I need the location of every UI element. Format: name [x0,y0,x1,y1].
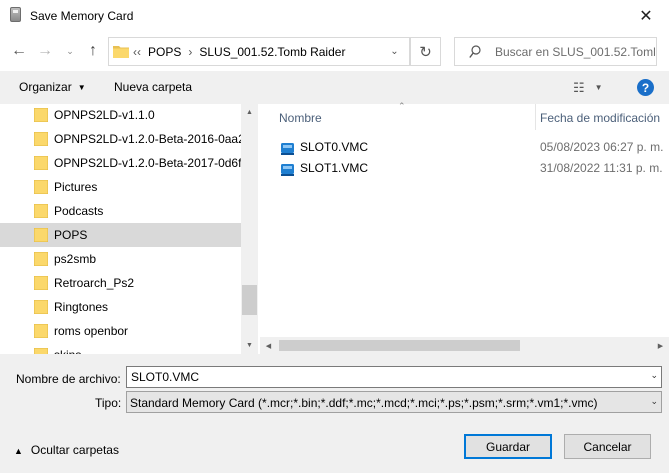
breadcrumb-pops[interactable]: POPS [148,45,181,59]
new-folder-button[interactable]: Nueva carpeta [114,80,192,94]
search-box[interactable] [454,37,657,66]
folder-icon [34,276,48,290]
file-name: SLOT0.VMC [300,140,369,154]
sidebar-item-label: OPNPS2LD-v1.2.0-Beta-2017-0d6f88 [54,156,241,170]
sidebar-item-opnps2ld-v110[interactable]: OPNPS2LD-v1.1.0 [0,104,241,127]
scroll-left-icon[interactable]: ◀ [260,337,277,354]
column-header-name[interactable]: Nombre [279,111,322,125]
save-button[interactable]: Guardar [464,434,552,459]
filename-label: Nombre de archivo: [16,372,121,386]
vmc-file-icon [281,143,294,155]
sidebar-item-label: Podcasts [54,204,104,218]
save-form: Nombre de archivo: ⌄ Tipo: Standard Memo… [0,354,669,473]
sidebar-item-label: Retroarch_Ps2 [54,276,135,290]
folder-icon [34,204,48,218]
sidebar-item-opnps2ld-beta-2017[interactable]: OPNPS2LD-v1.2.0-Beta-2017-0d6f88 [0,151,241,175]
file-list: ⌃ Nombre Fecha de modificación SLOT0.VMC… [260,101,669,354]
folder-icon [113,46,129,58]
file-list-horizontal-scrollbar[interactable]: ◀ ▶ [260,337,669,354]
folder-icon [34,252,48,266]
details-view-icon: ☷ [573,80,585,95]
sidebar-item-roms-openbor[interactable]: roms openbor [0,319,241,343]
caret-up-icon: ▲ [14,446,23,456]
hide-folders-label: Ocultar carpetas [30,443,119,457]
chevron-down-icon[interactable]: ⌄ [650,370,658,381]
sidebar-item-pictures[interactable]: Pictures [0,175,241,199]
sidebar-item-opnps2ld-beta-2016[interactable]: OPNPS2LD-v1.2.0-Beta-2016-0aa240 [0,127,241,151]
file-row[interactable]: SLOT0.VMC 05/08/2023 06:27 p. m. [280,137,669,157]
address-dropdown-icon[interactable]: ⌄ [380,37,410,66]
chevron-down-icon[interactable]: ⌄ [650,396,658,407]
filename-input[interactable] [131,369,631,385]
filename-combobox[interactable]: ⌄ [126,366,662,388]
file-type-label: Tipo: [95,396,122,410]
file-type-select[interactable]: Standard Memory Card (*.mcr;*.bin;*.ddf;… [126,391,662,413]
column-header-date[interactable]: Fecha de modificación [540,111,660,125]
file-date: 31/08/2022 11:31 p. m. [540,161,663,175]
folder-icon [34,324,48,338]
file-type-value: Standard Memory Card (*.mcr;*.bin;*.ddf;… [130,396,598,410]
sidebar-item-podcasts[interactable]: Podcasts [0,199,241,223]
search-input[interactable] [495,43,655,61]
window-title: Save Memory Card [30,9,134,23]
scroll-thumb[interactable] [242,285,257,315]
file-date: 05/08/2023 06:27 p. m. [540,140,664,154]
up-arrow-icon[interactable]: ↑ [82,40,104,62]
forward-arrow-icon[interactable]: → [34,40,56,62]
title-bar: Save Memory Card ✕ [0,0,669,31]
scroll-down-icon[interactable]: ▼ [241,337,258,354]
folder-icon [34,180,48,194]
memory-card-icon [10,7,21,22]
close-button[interactable]: ✕ [623,0,669,31]
sidebar-item-retroarch-ps2[interactable]: Retroarch_Ps2 [0,271,241,295]
caret-down-icon: ▼ [77,83,86,92]
sidebar-item-label: OPNPS2LD-v1.2.0-Beta-2016-0aa240 [54,132,241,146]
navigation-pane: OPNPS2LD-v1.1.0 OPNPS2LD-v1.2.0-Beta-201… [0,104,258,354]
caret-down-icon: ▼ [594,83,603,92]
sidebar-item-pops[interactable]: POPS [0,223,241,247]
sidebar-item-label: OPNPS2LD-v1.1.0 [54,108,155,122]
scroll-thumb[interactable] [279,340,520,351]
folder-icon [34,108,48,122]
sidebar-item-label: POPS [54,228,88,242]
recent-locations-chevron-icon[interactable]: ⌄ [62,40,78,62]
folder-icon [34,156,48,170]
column-divider[interactable] [535,104,536,130]
change-view-button[interactable]: ☷ ▼ [573,80,603,96]
search-icon [469,45,481,58]
breadcrumb: ‹‹ POPS › SLUS_001.52.Tomb Raider [133,45,345,59]
command-bar: Organizar ▼ Nueva carpeta ☷ ▼ [0,71,669,104]
file-row[interactable]: SLOT1.VMC 31/08/2022 11:31 p. m. [280,158,669,178]
folder-icon [34,300,48,314]
vmc-file-icon [281,164,294,176]
scroll-up-icon[interactable]: ▲ [241,104,258,121]
breadcrumb-overflow[interactable]: ‹‹ [133,45,141,59]
sidebar-item-label: roms openbor [54,324,129,338]
sidebar-item-label: Pictures [54,180,98,194]
breadcrumb-separator-icon[interactable]: › [188,45,192,59]
column-header-row: ⌃ Nombre Fecha de modificación [260,101,669,130]
folder-icon [34,228,48,242]
sidebar-item-ps2smb[interactable]: ps2smb [0,247,241,271]
organize-menu-button[interactable]: Organizar ▼ [19,80,86,94]
refresh-icon[interactable]: ↻ [410,37,441,66]
sidebar-scrollbar[interactable]: ▲ ▼ [241,104,258,354]
folder-icon [34,132,48,146]
file-name: SLOT1.VMC [300,161,369,175]
cancel-button[interactable]: Cancelar [564,434,651,459]
sort-ascending-icon: ⌃ [398,101,406,111]
breadcrumb-current-folder[interactable]: SLUS_001.52.Tomb Raider [199,45,345,59]
sidebar-item-label: Ringtones [54,300,109,314]
sidebar-item-ringtones[interactable]: Ringtones [0,295,241,319]
back-arrow-icon[interactable]: ← [8,40,30,62]
scroll-right-icon[interactable]: ▶ [652,337,669,354]
organize-label: Organizar [19,80,72,94]
sidebar-item-label: ps2smb [54,252,97,266]
help-icon[interactable]: ? [637,79,654,96]
hide-folders-toggle[interactable]: ▲ Ocultar carpetas [14,443,119,457]
sidebar-item-skins[interactable]: skins [0,343,241,354]
